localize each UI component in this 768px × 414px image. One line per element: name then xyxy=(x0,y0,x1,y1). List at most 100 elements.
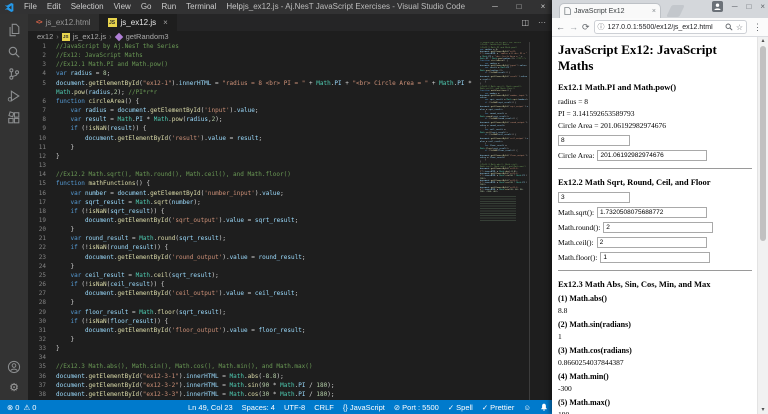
notifications-bell-icon[interactable] xyxy=(540,403,548,411)
code-line[interactable]: 38document.getElementById("ex12-3-3").in… xyxy=(28,390,478,399)
forward-icon[interactable]: → xyxy=(569,22,578,32)
round-output[interactable] xyxy=(603,222,713,233)
code-line[interactable]: 9 if (!isNaN(result)) { xyxy=(28,124,478,133)
code-line[interactable]: 3//Ex12.1 Math.PI and Math.pow() xyxy=(28,60,478,69)
code-line[interactable]: 26 if (!isNaN(ceil_result)) { xyxy=(28,280,478,289)
code-line[interactable]: 25 var ceil_result = Math.ceil(sqrt_resu… xyxy=(28,271,478,280)
menu-run[interactable]: Run xyxy=(156,0,181,14)
breadcrumb-folder[interactable]: ex12 xyxy=(37,32,53,41)
code-line[interactable]: 35//Ex12.3 Math.abs(), Math.sin(), Math.… xyxy=(28,362,478,371)
indentation[interactable]: Spaces: 4 xyxy=(242,403,275,412)
code-line[interactable]: 14//Ex12.2 Math.sqrt(), Math.round(), Ma… xyxy=(28,170,478,179)
address-bar[interactable]: ⓘ 127.0.0.1:5500/ex12/js_ex12.html ☆ xyxy=(594,20,747,34)
ceil-output[interactable] xyxy=(597,237,707,248)
new-tab-button[interactable] xyxy=(666,5,685,17)
info-icon[interactable]: ⓘ xyxy=(598,22,605,32)
code-line[interactable]: 16 var number = document.getElementById(… xyxy=(28,189,478,198)
code-line[interactable]: 18 if (!isNaN(sqrt_result)) { xyxy=(28,207,478,216)
menu-edit[interactable]: Edit xyxy=(42,0,66,14)
reload-icon[interactable]: ⟳ xyxy=(582,22,590,33)
radius-input[interactable] xyxy=(558,135,630,146)
tab-js-ex12-html[interactable]: <> js_ex12.html xyxy=(28,14,100,31)
close-window-button[interactable]: × xyxy=(760,2,765,11)
code-line[interactable]: 4var radius = 8; xyxy=(28,69,478,78)
minimize-button[interactable]: ─ xyxy=(732,2,738,11)
profile-avatar[interactable] xyxy=(712,1,723,12)
code-line[interactable]: 28 } xyxy=(28,298,478,307)
menu-file[interactable]: File xyxy=(19,0,42,14)
code-line[interactable]: 22 if (!isNaN(round_result)) { xyxy=(28,243,478,252)
problems-warnings[interactable]: ⚠ 0 xyxy=(23,403,36,412)
maximize-button[interactable]: □ xyxy=(746,2,751,11)
code-line[interactable]: 13 xyxy=(28,161,478,170)
search-icon[interactable] xyxy=(7,45,21,59)
extensions-icon[interactable] xyxy=(7,111,21,125)
spell-checker[interactable]: ✓ Spell xyxy=(448,403,473,412)
problems-errors[interactable]: ⊗ 0 xyxy=(7,403,19,412)
url-text[interactable]: 127.0.0.1:5500/ex12/js_ex12.html xyxy=(608,24,722,31)
code-line[interactable]: 30 if (!isNaN(floor_result)) { xyxy=(28,317,478,326)
code-line[interactable]: 33} xyxy=(28,344,478,353)
code-line[interactable]: 2//Ex12: JavaScript Maths xyxy=(28,51,478,60)
code-line[interactable]: 21 var round_result = Math.round(sqrt_re… xyxy=(28,234,478,243)
code-line[interactable]: 12} xyxy=(28,152,478,161)
prettier-status[interactable]: ✓ Prettier xyxy=(482,403,514,412)
zoom-icon[interactable] xyxy=(725,23,733,31)
code-line[interactable]: 15function mathFunctions() { xyxy=(28,179,478,188)
cursor-position[interactable]: Ln 49, Col 23 xyxy=(188,403,233,412)
run-debug-icon[interactable] xyxy=(7,89,21,103)
code-line[interactable]: 10 document.getElementById('result').val… xyxy=(28,134,478,143)
account-icon[interactable] xyxy=(7,360,21,374)
explorer-icon[interactable] xyxy=(7,23,21,37)
code-editor[interactable]: 1//JavaScript by Aj.NesT the Series2//Ex… xyxy=(28,42,478,400)
encoding[interactable]: UTF-8 xyxy=(284,403,305,412)
menu-view[interactable]: View xyxy=(109,0,136,14)
code-line[interactable]: 24 } xyxy=(28,262,478,271)
number-input[interactable] xyxy=(558,192,630,203)
minimize-button[interactable]: ─ xyxy=(483,0,507,14)
code-line[interactable]: 34 xyxy=(28,353,478,362)
browser-tab[interactable]: JavaScript Ex12 × xyxy=(559,3,661,18)
code-line[interactable]: 32 } xyxy=(28,335,478,344)
eol-sequence[interactable]: CRLF xyxy=(314,403,334,412)
code-line[interactable]: 11 } xyxy=(28,143,478,152)
close-tab-icon[interactable]: × xyxy=(163,18,168,27)
code-line[interactable]: 1//JavaScript by Aj.NesT the Series xyxy=(28,42,478,51)
code-line[interactable]: 29 var floor_result = Math.floor(sqrt_re… xyxy=(28,308,478,317)
code-line[interactable]: 5document.getElementById("ex12-1").inner… xyxy=(28,79,478,97)
menu-terminal[interactable]: Terminal xyxy=(181,0,221,14)
breadcrumb-symbol[interactable]: getRandom3 xyxy=(126,32,169,41)
more-actions-icon[interactable]: ··· xyxy=(538,18,546,27)
source-control-icon[interactable] xyxy=(7,67,21,81)
code-line[interactable]: 36document.getElementById("ex12-3-1").in… xyxy=(28,372,478,381)
breadcrumb-file[interactable]: js_ex12.js xyxy=(73,32,106,41)
maximize-button[interactable]: □ xyxy=(507,0,531,14)
browser-scrollbar[interactable]: ▴ ▾ xyxy=(757,37,768,414)
back-icon[interactable]: ← xyxy=(556,22,565,32)
browser-menu-icon[interactable]: ⋮ xyxy=(751,22,764,33)
scroll-up-icon[interactable]: ▴ xyxy=(758,37,768,44)
split-editor-icon[interactable]: ◫ xyxy=(521,18,529,27)
settings-gear-icon[interactable]: ⚙ xyxy=(9,382,19,394)
close-tab-icon[interactable]: × xyxy=(652,8,656,15)
live-server-port[interactable]: ⊘ Port : 5500 xyxy=(394,403,439,412)
bookmark-star-icon[interactable]: ☆ xyxy=(736,23,743,32)
code-line[interactable]: 31 document.getElementById('floor_output… xyxy=(28,326,478,335)
code-line[interactable]: 23 document.getElementById('round_output… xyxy=(28,253,478,262)
code-line[interactable]: 6function circleArea() { xyxy=(28,97,478,106)
minimap[interactable]: //JavaScript by Aj.NesT the Series//Ex12… xyxy=(478,42,530,400)
code-line[interactable]: 19 document.getElementById('sqrt_output'… xyxy=(28,216,478,225)
code-line[interactable]: 8 var result = Math.PI * Math.pow(radius… xyxy=(28,115,478,124)
feedback-smiley-icon[interactable]: ☺ xyxy=(523,403,531,412)
menu-selection[interactable]: Selection xyxy=(66,0,109,14)
code-line[interactable]: 37document.getElementById("ex12-3-2").in… xyxy=(28,381,478,390)
code-line[interactable]: 20 } xyxy=(28,225,478,234)
menu-go[interactable]: Go xyxy=(136,0,157,14)
code-line[interactable]: 27 document.getElementById('ceil_output'… xyxy=(28,289,478,298)
code-line[interactable]: 17 var sqrt_result = Math.sqrt(number); xyxy=(28,198,478,207)
language-mode[interactable]: {} JavaScript xyxy=(343,403,385,412)
scroll-down-icon[interactable]: ▾ xyxy=(758,406,768,413)
floor-output[interactable] xyxy=(600,252,710,263)
circle-area-output[interactable] xyxy=(597,150,707,161)
tab-js-ex12-js[interactable]: JS js_ex12.js × xyxy=(100,14,177,31)
